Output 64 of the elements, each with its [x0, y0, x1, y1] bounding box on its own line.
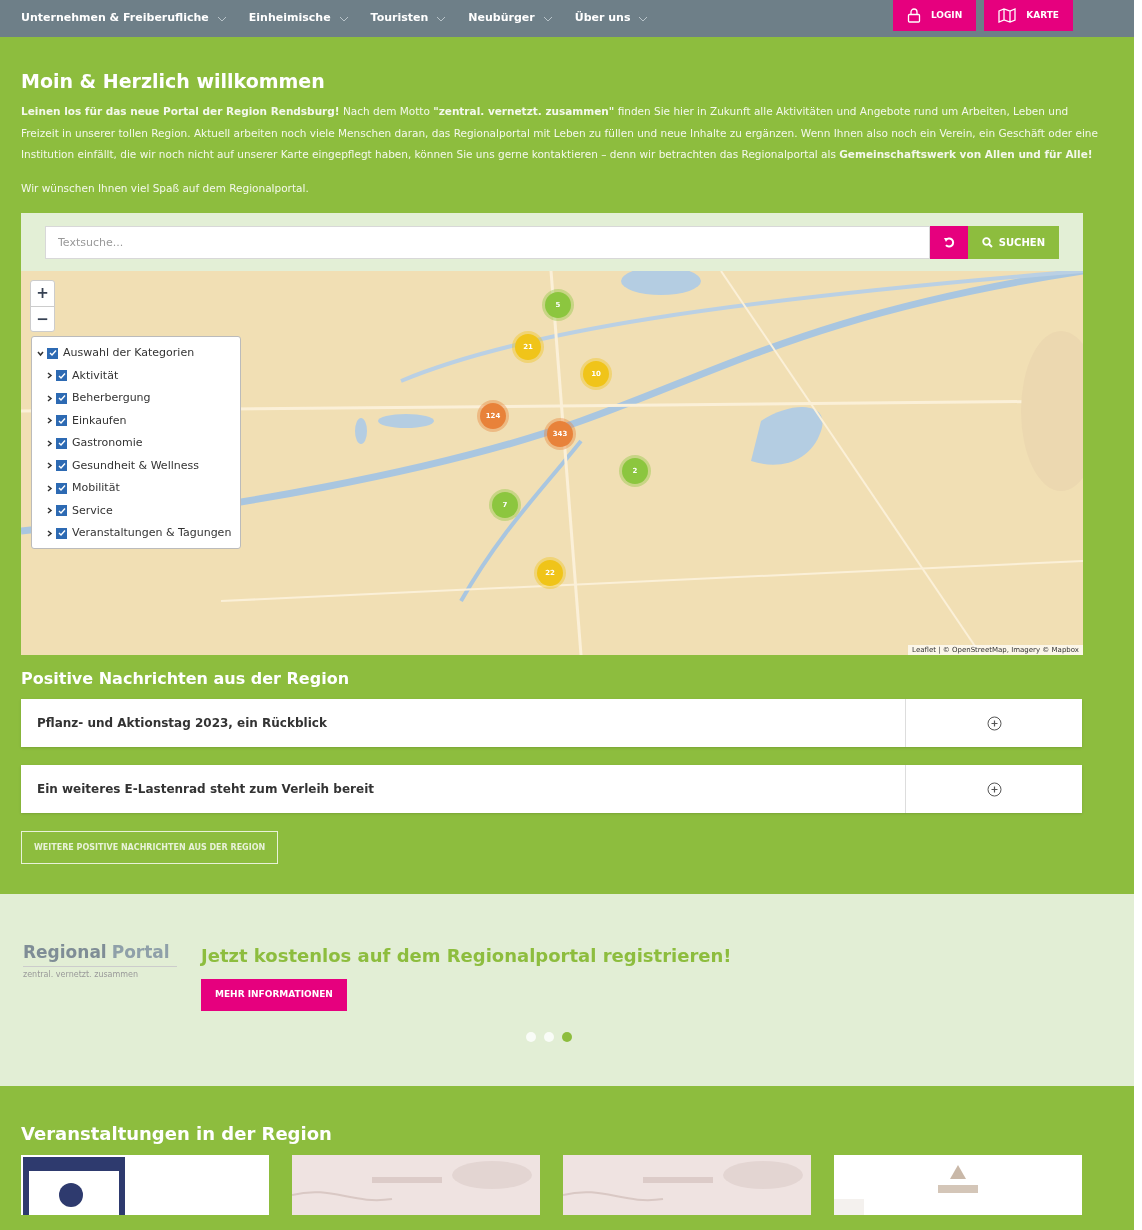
logo-text: Regional [23, 941, 107, 964]
chevron-right-icon[interactable] [46, 507, 53, 515]
expand-icon[interactable] [986, 715, 1002, 731]
zoom-in-button[interactable]: + [31, 281, 54, 306]
nav-menu-item[interactable]: Touristen [370, 10, 447, 27]
reset-icon [942, 236, 955, 248]
logo-text: Portal [111, 941, 170, 964]
expand-icon[interactable] [986, 781, 1002, 797]
checkbox[interactable] [56, 460, 67, 472]
category-label: Veranstaltungen & Tagungen [72, 525, 232, 541]
news-item[interactable]: Ein weiteres E-Lastenrad steht zum Verleih bereit [21, 765, 1082, 813]
events-title: Veranstaltungen in der Region [21, 1122, 333, 1146]
category-label: Service [72, 502, 113, 519]
search-button[interactable]: SUCHEN [967, 225, 1059, 259]
nav-menu-item[interactable]: Einheimische [248, 10, 349, 27]
checkbox[interactable] [56, 437, 67, 449]
welcome-paragraph: Leinen los für das neue Portal der Region Rendsburg! Nach dem Motto "zentral. vernetzt. zusammen" finden Sie hier in Zukunft alle Aktivitäten und Angebote rund um Arbeiten, Leben und Freizeit in unserer tollen Region. Aktuell arbeiten noch viele Menschen daran, das Regionalportal mit Leben zu füllen und neue Inhalte zu ergänzen. Wenn Ihnen also noch ein Verein, ein Geschäft oder eine Institution einfällt, die wir noch nicht auf unserer Karte eingepflegt haben, können Sie uns gerne kontaktieren – denn wir betrachten das Regionalportal als Gemeinschaftswerk von Allen und für Alle! [21, 104, 1099, 162]
zoom-out-button[interactable]: − [31, 306, 54, 331]
search-icon [981, 236, 993, 248]
checkbox[interactable] [47, 347, 58, 359]
checkbox[interactable] [56, 505, 67, 517]
checkbox[interactable] [56, 415, 67, 427]
nav-menu-item[interactable]: Neubürger [468, 10, 553, 27]
category-label: Gesundheit & Wellness [72, 457, 199, 474]
checkbox[interactable] [56, 527, 67, 539]
lock-icon [906, 8, 921, 23]
category-label: Gastronomie [72, 435, 143, 451]
welcome-title: Moin & Herzlich willkommen [21, 69, 326, 93]
chevron-right-icon[interactable] [46, 484, 53, 492]
category-label: Mobilität [72, 480, 120, 496]
more-info-button[interactable]: MEHR INFORMATIONEN [201, 979, 347, 1011]
map-button[interactable]: KARTE [984, 0, 1073, 31]
checkbox[interactable] [56, 392, 67, 404]
chevron-right-icon[interactable] [46, 439, 53, 447]
category-label: Beherbergung [72, 390, 151, 406]
chevron-down-icon [216, 15, 227, 22]
chevron-down-icon [638, 15, 649, 22]
reset-button[interactable] [929, 225, 968, 259]
banner-headline: Jetzt kostenlos auf dem Regionalportal registrieren! [201, 944, 732, 968]
login-button[interactable]: LOGIN [892, 0, 977, 31]
category-label: Auswahl der Kategorien [63, 345, 195, 361]
chevron-right-icon[interactable] [46, 417, 53, 425]
logo-tagline: zentral. vernetzt. zusammen [23, 965, 177, 981]
chevron-right-icon[interactable] [46, 394, 53, 402]
news-item-title: Pflanz- und Aktionstag 2023, ein Rückblick [36, 715, 328, 732]
news-item[interactable]: Pflanz- und Aktionstag 2023, ein Rückblick [21, 699, 1082, 747]
welcome-paragraph: Wir wünschen Ihnen viel Spaß auf dem Regionalportal. [21, 180, 310, 196]
chevron-down-icon [436, 15, 447, 22]
nav-menu-item[interactable]: Unternehmen & Freiberufliche [21, 10, 227, 27]
nav-menu-item[interactable]: Über uns [574, 10, 649, 27]
chevron-right-icon[interactable] [46, 462, 53, 470]
chevron-down-icon [338, 15, 349, 22]
chevron-down-icon [542, 15, 553, 22]
chevron-down-icon[interactable] [37, 349, 44, 357]
chevron-right-icon[interactable] [46, 372, 53, 380]
checkbox[interactable] [56, 370, 67, 382]
checkbox[interactable] [56, 482, 67, 494]
search-field[interactable]: Textsuche... [45, 225, 930, 259]
category-label: Aktivität [72, 367, 119, 384]
category-label: Einkaufen [72, 412, 127, 429]
chevron-right-icon[interactable] [46, 529, 53, 537]
news-title: Positive Nachrichten aus der Region [21, 669, 351, 689]
news-item-title: Ein weiteres E-Lastenrad steht zum Verleih bereit [36, 781, 375, 798]
map-icon [998, 8, 1017, 23]
